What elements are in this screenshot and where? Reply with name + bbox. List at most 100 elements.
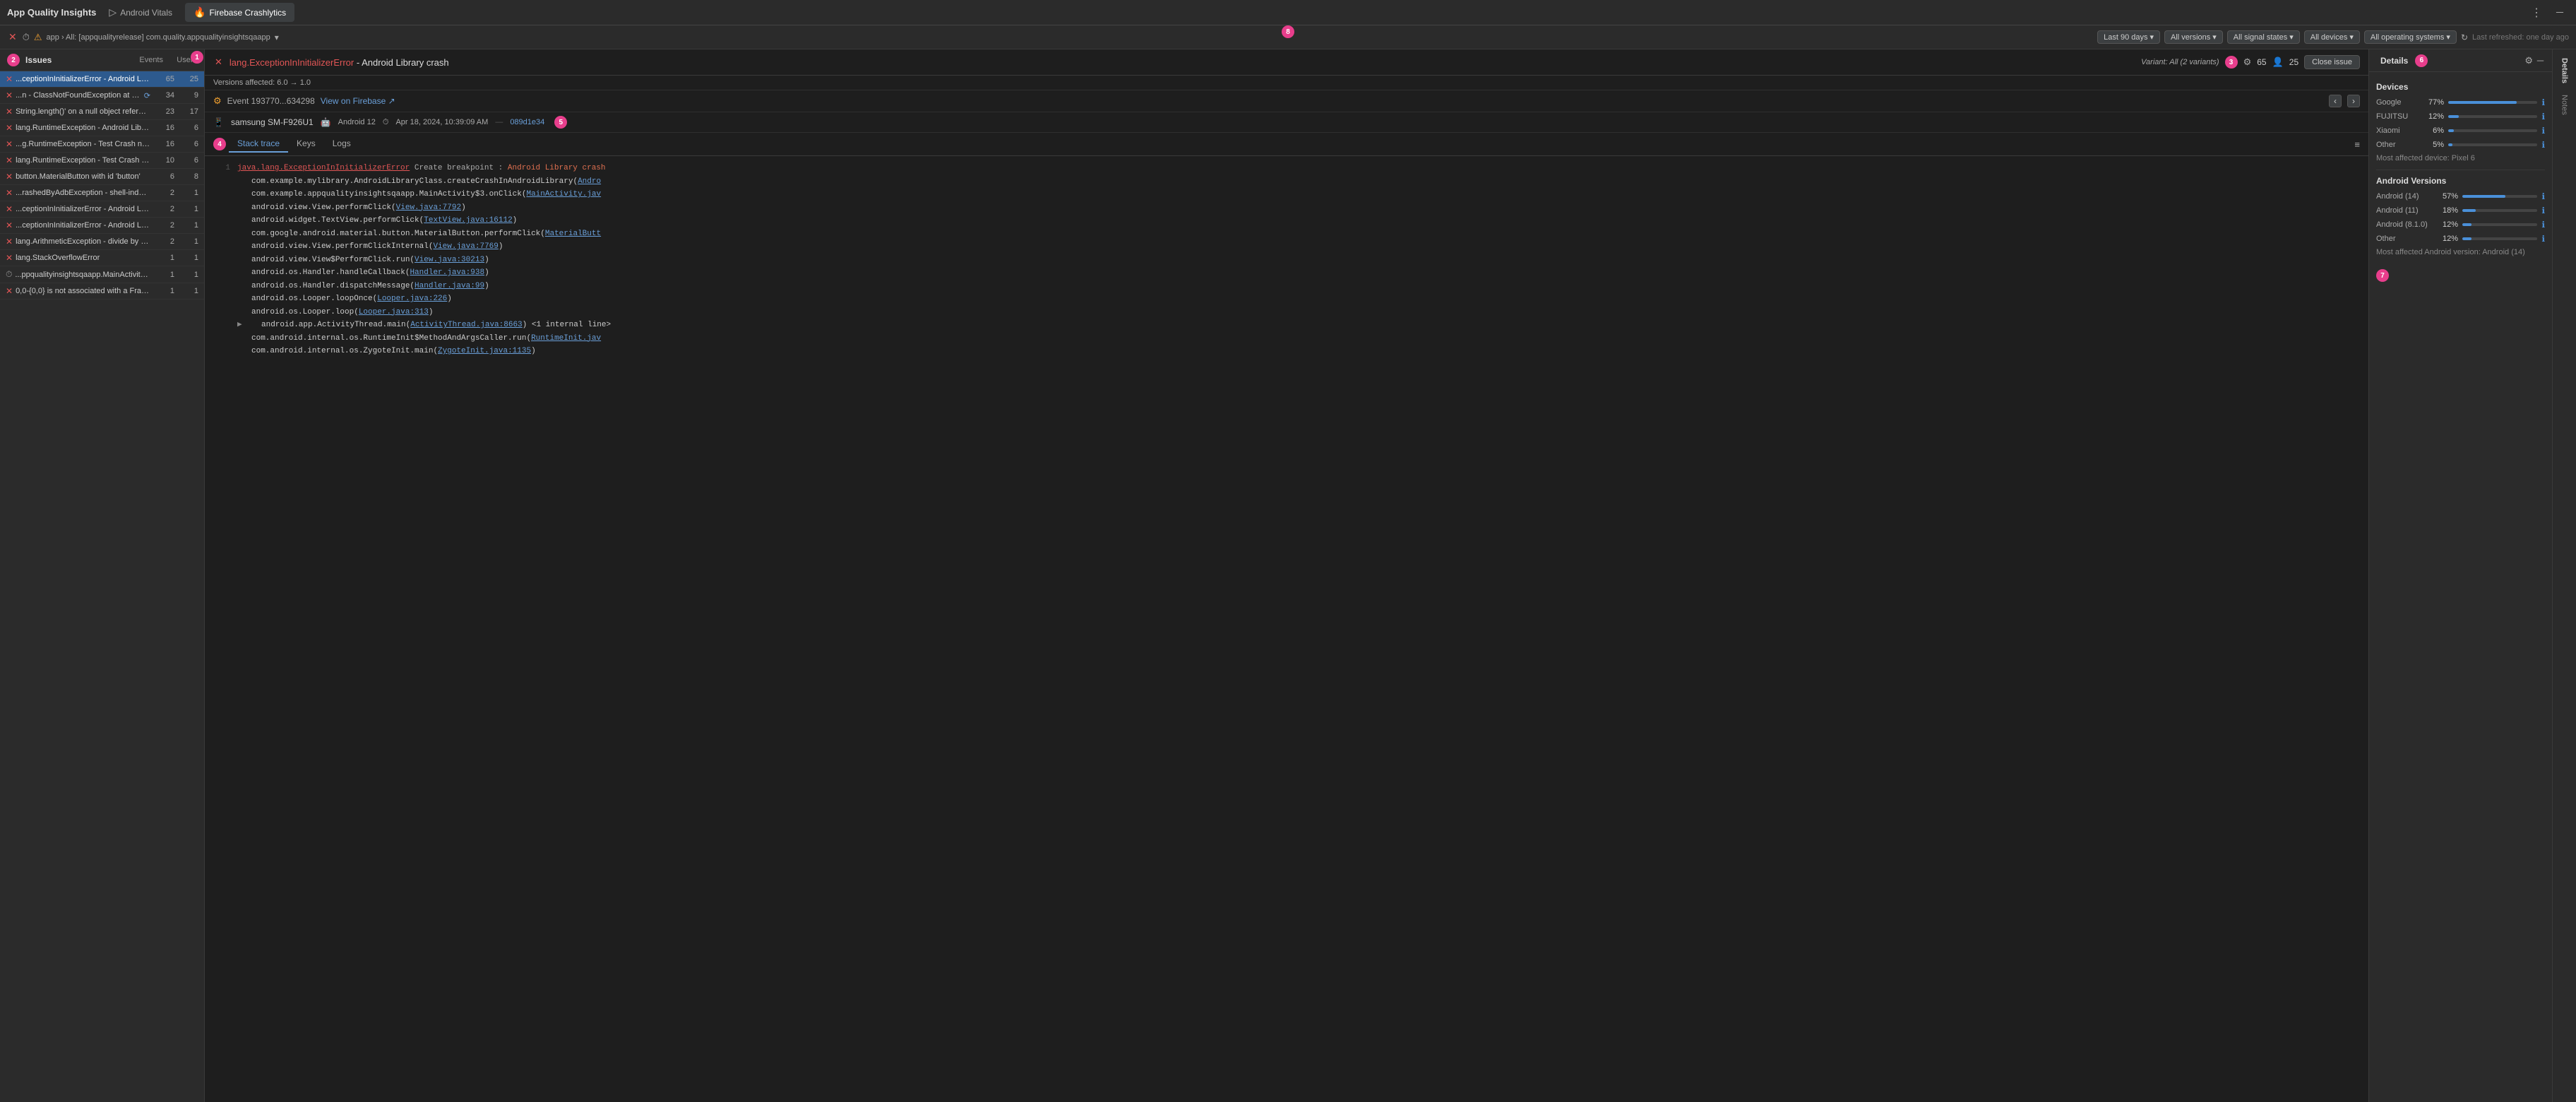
tab-stack-trace[interactable]: Stack trace bbox=[229, 136, 288, 153]
collapse-arrow[interactable]: ▶ bbox=[237, 319, 247, 331]
frame-text: ) bbox=[513, 216, 518, 225]
issue-row[interactable]: ✕ 0,0-{0,0} is not associated with a Fra… bbox=[0, 283, 204, 300]
stack-line: com.example.mylibrary.AndroidLibraryClas… bbox=[213, 175, 2360, 189]
firebase-crashlytics-label: Firebase Crashlytics bbox=[209, 8, 286, 18]
frame-link[interactable]: View.java:30213 bbox=[415, 256, 484, 264]
warn-icon: ⚠ bbox=[34, 32, 42, 43]
exception-msg: - Android Library crash bbox=[357, 57, 449, 68]
device-stat-name: FUJITSU bbox=[2376, 112, 2419, 121]
issue-row[interactable]: ⏱ ...ppqualityinsightsqaapp.MainActivity… bbox=[0, 266, 204, 283]
device-stat-name: Other bbox=[2376, 141, 2419, 149]
device-stat-row: Xiaomi 6% ℹ bbox=[2376, 126, 2545, 136]
breadcrumb-dropdown-icon[interactable]: ▾ bbox=[275, 32, 279, 42]
exception-type-link[interactable]: java.lang.ExceptionInInitializerError bbox=[237, 164, 410, 172]
issue-row[interactable]: ✕ ...rashedByAdbException - shell-induce… bbox=[0, 185, 204, 201]
minimize-panel-icon[interactable]: － bbox=[2536, 54, 2545, 67]
issues-header: 2 Issues Events Users bbox=[0, 49, 204, 71]
frame-link[interactable]: Andro bbox=[578, 177, 601, 186]
error-icon: ✕ bbox=[6, 155, 13, 165]
issue-row[interactable]: ✕ ...n - ClassNotFoundException at java … bbox=[0, 88, 204, 104]
android-versions-section-title: Android Versions bbox=[2376, 176, 2545, 186]
notes-side-tab[interactable]: Notes bbox=[2558, 92, 2572, 118]
view-firebase-link[interactable]: View on Firebase ↗ bbox=[321, 96, 395, 106]
commit-hash[interactable]: 089d1e34 bbox=[510, 118, 544, 126]
issue-users: 8 bbox=[177, 172, 198, 181]
tab-details[interactable]: Details bbox=[2376, 54, 2412, 67]
events-count: 65 bbox=[2257, 57, 2266, 67]
android-vitals-label: Android Vitals bbox=[120, 8, 172, 18]
stat-bar-fill bbox=[2448, 101, 2517, 104]
info-icon[interactable]: ℹ bbox=[2541, 140, 2545, 150]
badge-2: 2 bbox=[7, 54, 20, 66]
issue-row[interactable]: ✕ button.MaterialButton with id 'button'… bbox=[0, 169, 204, 185]
frame-link[interactable]: ActivityThread.java:8663 bbox=[410, 321, 522, 329]
badge-3: 3 bbox=[2225, 56, 2238, 69]
most-affected-device: Most affected device: Pixel 6 bbox=[2376, 154, 2545, 162]
frame-link[interactable]: Handler.java:99 bbox=[415, 282, 484, 290]
issue-row[interactable]: ✕ lang.RuntimeException - Test Crash vcs… bbox=[0, 153, 204, 169]
prev-event-button[interactable]: ‹ bbox=[2329, 95, 2342, 107]
right-tabs: Details 6 ⚙ － bbox=[2369, 49, 2552, 72]
filter-devices[interactable]: All devices ▾ bbox=[2304, 30, 2360, 44]
kebab-menu-button[interactable]: ⋮ bbox=[2527, 4, 2546, 21]
frame-link[interactable]: View.java:7792 bbox=[396, 203, 461, 212]
tab-keys[interactable]: Keys bbox=[288, 136, 324, 153]
frame-link[interactable]: MainActivity.jav bbox=[526, 190, 601, 199]
issue-row[interactable]: ✕ String.length()' on a null object refe… bbox=[0, 104, 204, 120]
details-side-tab[interactable]: Details bbox=[2558, 55, 2572, 86]
timestamp: Apr 18, 2024, 10:39:09 AM bbox=[395, 118, 488, 126]
close-filter-button[interactable]: ✕ bbox=[7, 31, 18, 43]
close-issue-button[interactable]: Close issue bbox=[2304, 55, 2360, 69]
issue-row[interactable]: ✕ ...ceptionInInitializerError - Android… bbox=[0, 71, 204, 88]
filter-time[interactable]: Last 90 days ▾ bbox=[2097, 30, 2160, 44]
issues-panel: 2 Issues Events Users ✕ ...ceptionInInit… bbox=[0, 49, 205, 1102]
filter-versions-chevron: ▾ bbox=[2212, 32, 2217, 42]
frame-link[interactable]: Handler.java:938 bbox=[410, 268, 484, 277]
info-icon[interactable]: ℹ bbox=[2541, 112, 2545, 122]
info-icon[interactable]: ℹ bbox=[2541, 206, 2545, 215]
android-version: Android 12 bbox=[338, 118, 376, 126]
info-icon[interactable]: ℹ bbox=[2541, 97, 2545, 107]
versions-text: Versions affected: 6.0 → 1.0 bbox=[213, 78, 311, 87]
info-icon[interactable]: ℹ bbox=[2541, 234, 2545, 244]
next-event-button[interactable]: › bbox=[2347, 95, 2360, 107]
tab-firebase-crashlytics[interactable]: 🔥 Firebase Crashlytics bbox=[185, 3, 294, 22]
issue-row[interactable]: ✕ lang.ArithmeticException - divide by z… bbox=[0, 234, 204, 250]
info-icon[interactable]: ℹ bbox=[2541, 220, 2545, 230]
tab-android-vitals[interactable]: ▷ Android Vitals bbox=[100, 3, 181, 22]
issue-row[interactable]: ✕ ...ceptionInInitializerError - Android… bbox=[0, 201, 204, 218]
error-icon: ✕ bbox=[6, 188, 13, 198]
device-stat-row: Android (14) 57% ℹ bbox=[2376, 191, 2545, 201]
filter-signal[interactable]: All signal states ▾ bbox=[2227, 30, 2300, 44]
frame-link[interactable]: TextView.java:16112 bbox=[424, 216, 512, 225]
filter-time-chevron: ▾ bbox=[2149, 32, 2154, 42]
frame-link[interactable]: ZygoteInit.java:1135 bbox=[438, 347, 531, 355]
filter-icon[interactable]: ≡ bbox=[2354, 139, 2360, 150]
filter-os[interactable]: All operating systems ▾ bbox=[2364, 30, 2457, 44]
frame-link[interactable]: View.java:7769 bbox=[433, 242, 498, 251]
issue-name: lang.ArithmeticException - divide by zer… bbox=[16, 237, 150, 246]
info-icon[interactable]: ℹ bbox=[2541, 191, 2545, 201]
minimize-button[interactable]: － bbox=[2551, 4, 2569, 21]
error-icon: ✕ bbox=[6, 204, 13, 214]
issue-name: ...n - ClassNotFoundException at java li… bbox=[16, 91, 140, 100]
frame-text: com.android.internal.os.ZygoteInit.main( bbox=[251, 347, 438, 355]
gear-icon[interactable]: ⚙ bbox=[2524, 55, 2533, 66]
frame-text: android.os.Looper.loop( bbox=[251, 308, 359, 316]
line-content: com.android.internal.os.RuntimeInit$Meth… bbox=[237, 333, 2360, 345]
refresh-icon[interactable]: ↻ bbox=[2461, 32, 2468, 42]
frame-link[interactable]: RuntimeInit.jav bbox=[531, 334, 601, 343]
frame-link[interactable]: MaterialButt bbox=[545, 230, 601, 238]
frame-link[interactable]: Looper.java:226 bbox=[377, 295, 447, 303]
issue-name: ...ceptionInInitializerError - Android L… bbox=[16, 75, 150, 83]
tab-logs[interactable]: Logs bbox=[324, 136, 359, 153]
frame-text: android.app.ActivityThread.main( bbox=[261, 321, 410, 329]
issue-row[interactable]: ✕ ...ceptionInInitializerError - Android… bbox=[0, 218, 204, 234]
filter-versions[interactable]: All versions ▾ bbox=[2164, 30, 2223, 44]
issue-row[interactable]: ✕ lang.RuntimeException - Android Librar… bbox=[0, 120, 204, 136]
info-icon[interactable]: ℹ bbox=[2541, 126, 2545, 136]
stack-line: android.view.View$PerformClick.run(View.… bbox=[213, 254, 2360, 267]
frame-link[interactable]: Looper.java:313 bbox=[359, 308, 429, 316]
issue-row[interactable]: ✕ lang.StackOverflowError 1 1 bbox=[0, 250, 204, 266]
issue-row[interactable]: ✕ ...g.RuntimeException - Test Crash new… bbox=[0, 136, 204, 153]
